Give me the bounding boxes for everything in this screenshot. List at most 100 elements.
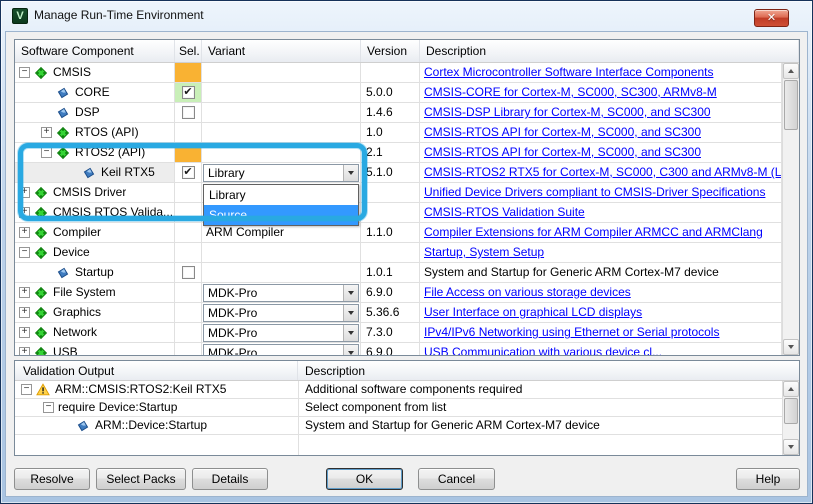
component-label: Graphics xyxy=(53,303,101,322)
variant-value: Library xyxy=(204,165,343,181)
dropdown-arrow-icon[interactable] xyxy=(343,165,358,181)
cancel-button[interactable]: Cancel xyxy=(418,468,495,490)
validation-scrollbar[interactable] xyxy=(782,381,799,455)
description-cell: Startup, System Setup xyxy=(420,243,782,263)
dropdown-arrow-icon[interactable] xyxy=(343,305,358,321)
sel-cell xyxy=(175,103,202,123)
component-label: RTOS2 (API) xyxy=(75,143,145,162)
expand-expander-icon[interactable]: + xyxy=(19,327,30,338)
ok-button[interactable]: OK xyxy=(326,468,403,490)
table-scrollbar[interactable] xyxy=(782,63,799,355)
version-cell: 6.9.0 xyxy=(361,343,420,355)
description-link[interactable]: USB Communication with various device cl… xyxy=(424,345,662,355)
description-link[interactable]: Cortex Microcontroller Software Interfac… xyxy=(424,65,713,79)
table-row: +CMSIS Driver Unified Device Drivers comp… xyxy=(15,183,782,203)
scroll-down-icon[interactable] xyxy=(783,339,799,355)
description-link[interactable]: User Interface on graphical LCD displays xyxy=(424,305,642,319)
variant-cell xyxy=(202,143,361,163)
checkbox[interactable]: ✔ xyxy=(182,86,195,99)
validation-row: −ARM::CMSIS:RTOS2:Keil RTX5Additional so… xyxy=(15,381,782,399)
component-cell: +CMSIS Driver xyxy=(15,183,175,203)
description-link[interactable]: Unified Device Drivers compliant to CMSI… xyxy=(424,185,765,199)
sel-cell xyxy=(175,323,202,343)
variant-combobox[interactable]: MDK-Pro xyxy=(203,304,359,322)
description-link[interactable]: CMSIS-RTOS Validation Suite xyxy=(424,205,585,219)
description-link[interactable]: CMSIS-RTOS API for Cortex-M, SC000, and … xyxy=(424,125,701,139)
description-link[interactable]: CMSIS-RTOS API for Cortex-M, SC000, and … xyxy=(424,145,701,159)
expand-expander-icon[interactable]: + xyxy=(19,307,30,318)
component-cell: Keil RTX5 xyxy=(15,163,175,183)
variant-combobox[interactable]: MDK-Pro xyxy=(203,284,359,302)
variant-cell xyxy=(202,263,361,283)
description-link[interactable]: CMSIS-DSP Library for Cortex-M, SC000, a… xyxy=(424,105,711,119)
description-link[interactable]: CMSIS-RTOS2 RTX5 for Cortex-M, SC000, C3… xyxy=(424,165,782,179)
dropdown-option-library[interactable]: Library xyxy=(204,185,358,205)
dropdown-arrow-icon[interactable] xyxy=(343,345,358,356)
sel-cell xyxy=(175,203,202,223)
details-button[interactable]: Details xyxy=(192,468,268,490)
variant-value: MDK-Pro xyxy=(204,305,343,321)
description-link[interactable]: File Access on various storage devices xyxy=(424,285,631,299)
scrollbar-thumb[interactable] xyxy=(784,80,798,130)
expand-expander-icon[interactable]: + xyxy=(19,347,30,355)
component-group-diamond-icon xyxy=(34,346,48,356)
variant-combobox[interactable]: Library xyxy=(203,164,359,182)
expand-expander-icon[interactable]: + xyxy=(19,207,30,218)
select-packs-button[interactable]: Select Packs xyxy=(96,468,186,490)
component-group-diamond-icon xyxy=(34,226,48,240)
table-row: Keil RTX5✔Library5.1.0CMSIS-RTOS2 RTX5 f… xyxy=(15,163,782,183)
table-row: −CMSIS Cortex Microcontroller Software In… xyxy=(15,63,782,83)
close-button[interactable]: ✕ xyxy=(754,9,789,27)
dialog-title: Manage Run-Time Environment xyxy=(34,8,204,22)
version-cell: 2.1 xyxy=(361,143,420,163)
dropdown-arrow-icon[interactable] xyxy=(343,325,358,341)
description-link[interactable]: CMSIS-CORE for Cortex-M, SC000, SC300, A… xyxy=(424,85,717,99)
description-cell: USB Communication with various device cl… xyxy=(420,343,782,355)
expand-expander-icon[interactable]: + xyxy=(41,127,52,138)
variant-combobox[interactable]: MDK-Pro xyxy=(203,324,359,342)
dropdown-option-source[interactable]: Source xyxy=(204,205,358,225)
sel-cell xyxy=(175,303,202,323)
collapse-expander-icon[interactable]: − xyxy=(19,247,30,258)
resolve-button[interactable]: Resolve xyxy=(14,468,90,490)
component-label: Compiler xyxy=(53,223,101,242)
table-row: − Device Startup, System Setup xyxy=(15,243,782,263)
variant-value: MDK-Pro xyxy=(204,345,343,356)
checkbox[interactable] xyxy=(182,266,195,279)
collapse-expander-icon[interactable]: − xyxy=(41,147,52,158)
scroll-up-icon[interactable] xyxy=(783,381,799,397)
description-link[interactable]: Startup, System Setup xyxy=(424,245,544,259)
description-cell: Unified Device Drivers compliant to CMSI… xyxy=(420,183,782,203)
description-link[interactable]: IPv4/IPv6 Networking using Ethernet or S… xyxy=(424,325,719,339)
scroll-up-icon[interactable] xyxy=(783,63,799,79)
description-cell: User Interface on graphical LCD displays xyxy=(420,303,782,323)
component-cell: −CMSIS xyxy=(15,63,175,83)
collapse-expander-icon[interactable]: − xyxy=(19,67,30,78)
scroll-down-icon[interactable] xyxy=(783,439,799,455)
collapse-expander-icon[interactable]: − xyxy=(43,402,54,413)
expand-expander-icon[interactable]: + xyxy=(19,287,30,298)
description-link[interactable]: Compiler Extensions for ARM Compiler ARM… xyxy=(424,225,763,239)
sel-cell xyxy=(175,123,202,143)
table-row: +USBMDK-Pro6.9.0USB Communication with v… xyxy=(15,343,782,355)
help-button[interactable]: Help xyxy=(736,468,800,490)
description-cell: Cortex Microcontroller Software Interfac… xyxy=(420,63,782,83)
variant-combobox[interactable]: MDK-Pro xyxy=(203,344,359,356)
collapse-expander-icon[interactable]: − xyxy=(21,384,32,395)
title-bar: V Manage Run-Time Environment ✕ xyxy=(1,1,812,31)
sel-cell xyxy=(175,143,202,163)
dropdown-arrow-icon[interactable] xyxy=(343,285,358,301)
expand-expander-icon[interactable]: + xyxy=(19,227,30,238)
component-group-diamond-icon xyxy=(34,66,48,80)
scrollbar-thumb[interactable] xyxy=(784,398,798,424)
validation-item: −require Device:Startup xyxy=(15,399,298,416)
description-cell: IPv4/IPv6 Networking using Ethernet or S… xyxy=(420,323,782,343)
checkbox[interactable]: ✔ xyxy=(182,166,195,179)
table-row: +RTOS (API)1.0CMSIS-RTOS API for Cortex-… xyxy=(15,123,782,143)
component-label: RTOS (API) xyxy=(75,123,139,142)
table-row: +CompilerARM Compiler1.1.0Compiler Exten… xyxy=(15,223,782,243)
component-label: Device xyxy=(53,243,90,262)
tree-spacer xyxy=(41,87,56,98)
expand-expander-icon[interactable]: + xyxy=(19,187,30,198)
checkbox[interactable] xyxy=(182,106,195,119)
